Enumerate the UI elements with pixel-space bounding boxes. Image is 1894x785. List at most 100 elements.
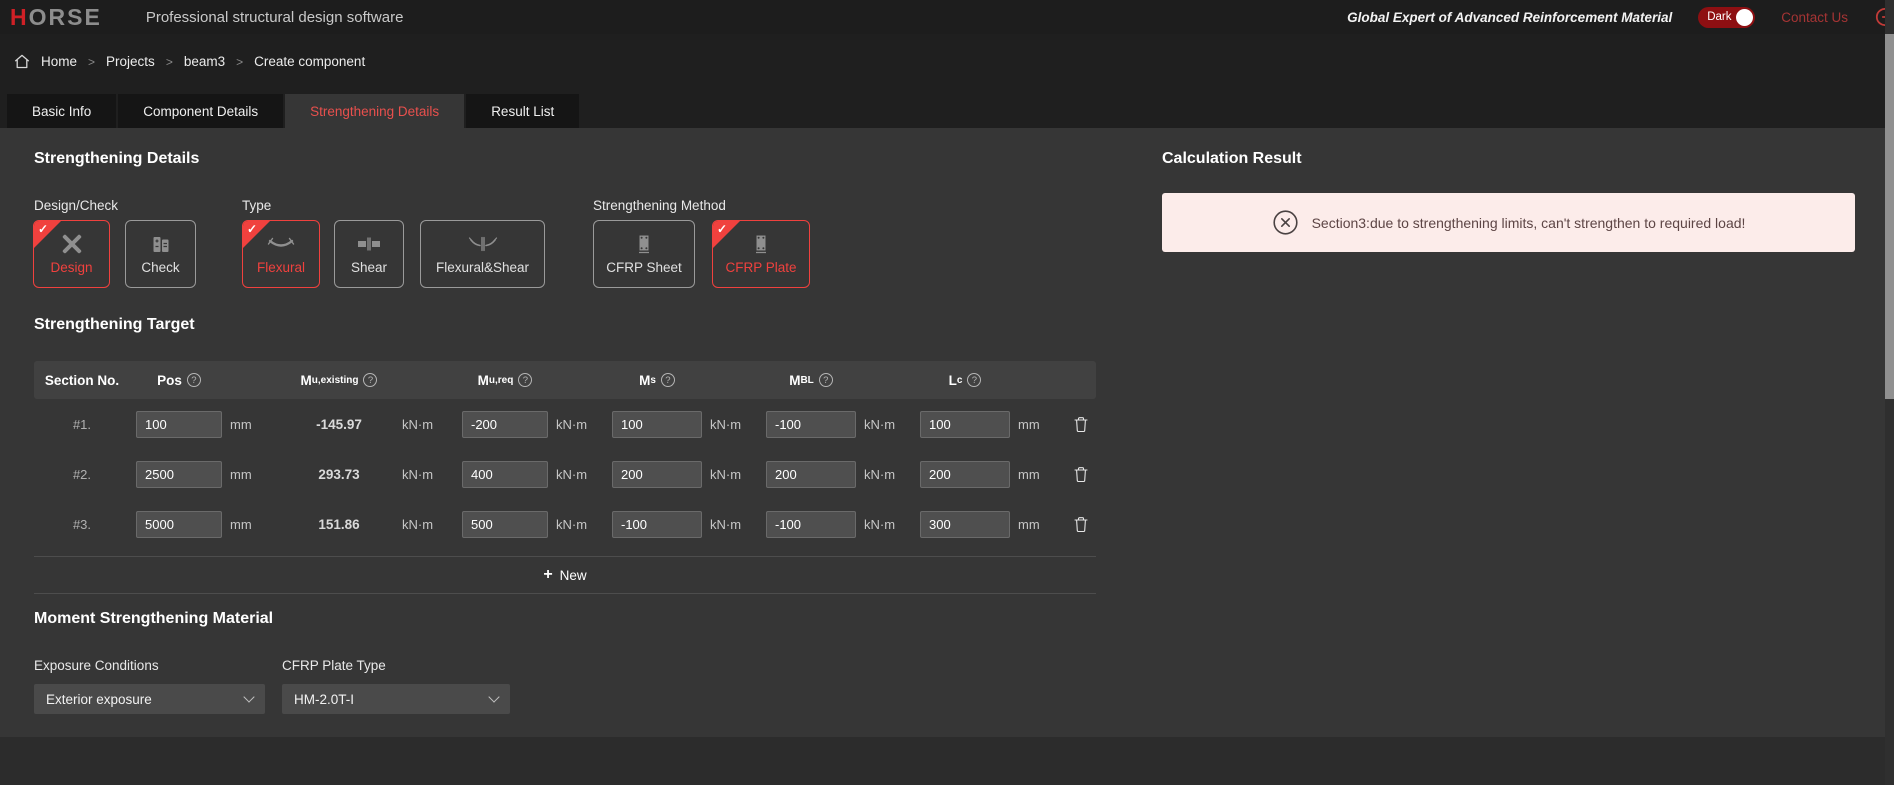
theme-toggle[interactable]: Dark [1698, 7, 1755, 28]
mbl-input[interactable] [766, 511, 856, 538]
cfrp-plate-type-value: HM-2.0T-I [294, 692, 354, 707]
shear-option-label: Shear [351, 260, 387, 275]
unit-label: kN·m [862, 467, 914, 482]
ms-input[interactable] [612, 511, 702, 538]
cfrp-sheet-option[interactable]: CFRP Sheet [593, 220, 695, 288]
tab-strengthening-details[interactable]: Strengthening Details [285, 94, 464, 128]
breadcrumb-projects[interactable]: Projects [106, 54, 155, 69]
unit-label: kN·m [554, 517, 606, 532]
calculator-icon [152, 233, 170, 255]
logo-rest: ORSE [29, 4, 102, 31]
delete-row-icon[interactable] [1074, 416, 1088, 433]
help-icon[interactable]: ? [967, 373, 981, 387]
unit-label: mm [228, 517, 278, 532]
mu-req-input[interactable] [462, 411, 548, 438]
mu-req-input[interactable] [462, 511, 548, 538]
strengthening-method-label: Strengthening Method [593, 198, 726, 213]
unit-label: mm [228, 417, 278, 432]
cfrp-sheet-option-label: CFRP Sheet [606, 260, 682, 275]
horse-logo[interactable]: HORSE [10, 4, 102, 31]
error-circle-x-icon [1272, 209, 1299, 236]
tab-result-list[interactable]: Result List [466, 94, 579, 128]
tab-component-details[interactable]: Component Details [118, 94, 283, 128]
check-mark-icon: ✓ [247, 222, 257, 236]
app-subtitle: Professional structural design software [146, 9, 404, 26]
mbl-input[interactable] [766, 411, 856, 438]
lc-input[interactable] [920, 511, 1010, 538]
table-footer: + New [34, 556, 1096, 594]
flexural-shear-option-label: Flexural&Shear [436, 260, 529, 275]
shear-option[interactable]: Shear [334, 220, 404, 288]
pos-input[interactable] [136, 511, 222, 538]
lc-input[interactable] [920, 461, 1010, 488]
cfrp-sheet-icon [636, 233, 652, 255]
help-icon[interactable]: ? [363, 373, 377, 387]
col-header-lc: Lc? [920, 373, 1010, 388]
help-icon[interactable]: ? [187, 373, 201, 387]
lc-input[interactable] [920, 411, 1010, 438]
help-icon[interactable]: ? [661, 373, 675, 387]
delete-row-icon[interactable] [1074, 516, 1088, 533]
tab-basic-info[interactable]: Basic Info [7, 94, 116, 128]
pos-input[interactable] [136, 461, 222, 488]
table-row: #1. mm -145.97 kN·m kN·m kN·m kN·m mm [34, 399, 1096, 449]
flexural-option-label: Flexural [257, 260, 305, 275]
cfrp-plate-option[interactable]: ✓ CFRP Plate [712, 220, 810, 288]
contact-us-link[interactable]: Contact Us [1781, 10, 1848, 25]
exposure-conditions-value: Exterior exposure [46, 692, 152, 707]
check-option[interactable]: Check [125, 220, 196, 288]
delete-row-icon[interactable] [1074, 466, 1088, 483]
pos-input[interactable] [136, 411, 222, 438]
unit-label: kN·m [708, 467, 760, 482]
mu-existing-value: 293.73 [318, 467, 359, 482]
col-header-mbl: MBL? [766, 373, 856, 388]
help-icon[interactable]: ? [518, 373, 532, 387]
flexural-option[interactable]: ✓ Flexural [242, 220, 320, 288]
help-icon[interactable]: ? [819, 373, 833, 387]
new-button-label: New [560, 568, 587, 583]
exposure-conditions-select[interactable]: Exterior exposure [34, 684, 265, 714]
table-row: #3. mm 151.86 kN·m kN·m kN·m kN·m mm [34, 499, 1096, 549]
unit-label: mm [1016, 517, 1060, 532]
unit-label: kN·m [862, 417, 914, 432]
breadcrumb-create-component[interactable]: Create component [254, 54, 365, 69]
scrollbar-thumb[interactable] [1885, 34, 1894, 399]
cfrp-plate-type-select[interactable]: HM-2.0T-I [282, 684, 510, 714]
unit-label: kN·m [554, 417, 606, 432]
theme-toggle-knob [1736, 9, 1753, 26]
cfrp-plate-icon [753, 233, 769, 255]
design-option[interactable]: ✓ Design [33, 220, 110, 288]
mu-existing-value: 151.86 [318, 517, 359, 532]
breadcrumb: Home > Projects > beam3 > Create compone… [14, 54, 365, 69]
mu-existing-value: -145.97 [316, 417, 362, 432]
target-table-header: Section No. Pos? Mu,existing? Mu,req? Ms… [34, 361, 1096, 399]
flexural-shear-option[interactable]: Flexural&Shear [420, 220, 545, 288]
add-new-row-button[interactable]: + New [537, 566, 592, 584]
breadcrumb-beam3[interactable]: beam3 [184, 54, 225, 69]
unit-label: kN·m [862, 517, 914, 532]
footer-strip [0, 737, 1894, 785]
ms-input[interactable] [612, 461, 702, 488]
row-label: #2. [73, 467, 91, 482]
chrome-bar: Home > Projects > beam3 > Create compone… [0, 34, 1894, 128]
app-root: HORSE Professional structural design sof… [0, 0, 1894, 785]
mbl-input[interactable] [766, 461, 856, 488]
unit-label: kN·m [400, 417, 456, 432]
breadcrumb-separator: > [166, 55, 173, 69]
mu-req-input[interactable] [462, 461, 548, 488]
brand-tagline: Global Expert of Advanced Reinforcement … [1347, 10, 1672, 25]
ms-input[interactable] [612, 411, 702, 438]
design-icon [60, 233, 84, 255]
unit-label: kN·m [400, 517, 456, 532]
unit-label: kN·m [708, 517, 760, 532]
col-header-pos: Pos? [136, 373, 222, 388]
tab-bar: Basic Info Component Details Strengtheni… [7, 94, 579, 128]
moment-material-title: Moment Strengthening Material [34, 610, 273, 628]
home-icon[interactable] [14, 54, 30, 69]
breadcrumb-home[interactable]: Home [41, 54, 77, 69]
type-label: Type [242, 198, 271, 213]
check-mark-icon: ✓ [38, 222, 48, 236]
cfrp-plate-option-label: CFRP Plate [725, 260, 796, 275]
unit-label: kN·m [708, 417, 760, 432]
top-header: HORSE Professional structural design sof… [0, 0, 1894, 34]
